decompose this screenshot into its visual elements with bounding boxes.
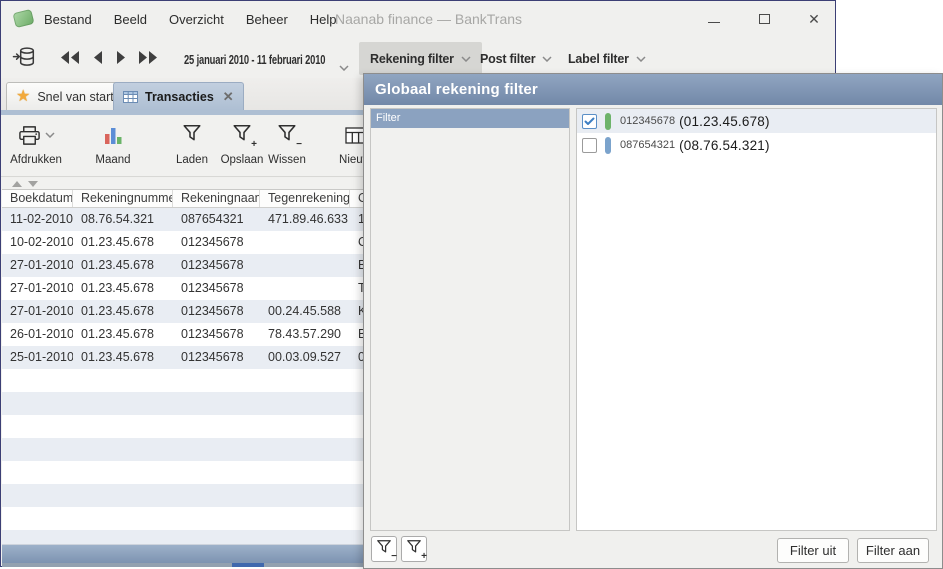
laden-label: Laden bbox=[176, 154, 208, 166]
post-filter-label: Post filter bbox=[480, 52, 535, 66]
minimize-icon bbox=[708, 22, 720, 23]
chevron-down-icon bbox=[45, 132, 55, 138]
minimize-button[interactable] bbox=[707, 12, 721, 26]
post-filter-menu[interactable]: Post filter bbox=[469, 42, 563, 75]
rekening-filter-menu[interactable]: Rekening filter bbox=[359, 42, 482, 75]
tab-label: Snel van start bbox=[37, 90, 113, 104]
account-number: (08.76.54.321) bbox=[679, 138, 770, 153]
nav-toolbar: 25 januari 2010 - 11 februari 2010 Reken… bbox=[1, 37, 835, 78]
maximize-icon bbox=[759, 14, 770, 24]
filter-uit-button[interactable]: Filter uit bbox=[777, 538, 849, 563]
account-list-item[interactable]: 012345678 (01.23.45.678) bbox=[577, 109, 936, 133]
wissen-label: Wissen bbox=[268, 154, 306, 166]
scrollbar-thumb[interactable] bbox=[232, 563, 264, 567]
tab-transacties[interactable]: Transacties ✕ bbox=[113, 82, 244, 110]
bar-chart-icon bbox=[104, 126, 123, 145]
funnel-icon bbox=[182, 124, 202, 142]
maand-label: Maand bbox=[95, 154, 130, 166]
menu-bestand[interactable]: Bestand bbox=[33, 12, 103, 27]
account-list: 012345678 (01.23.45.678) 087654321 (08.7… bbox=[576, 108, 937, 531]
account-list-item[interactable]: 087654321 (08.76.54.321) bbox=[577, 133, 936, 157]
chevron-down-icon[interactable] bbox=[339, 58, 349, 64]
funnel-minus-icon bbox=[376, 539, 392, 554]
wissen-button[interactable]: − Wissen bbox=[261, 123, 313, 166]
menu-beheer[interactable]: Beheer bbox=[235, 12, 299, 27]
import-button[interactable] bbox=[12, 46, 36, 68]
account-color-pill bbox=[605, 137, 611, 154]
close-button[interactable]: ✕ bbox=[807, 12, 821, 26]
dialog-footer: − + Filter uit Filter aan bbox=[364, 531, 942, 568]
opslaan-label: Opslaan bbox=[221, 154, 264, 166]
close-icon: ✕ bbox=[808, 12, 820, 26]
star-icon: ★ bbox=[16, 89, 30, 105]
window-title: Naanab finance — BankTrans bbox=[335, 11, 522, 27]
chevron-down-icon bbox=[636, 56, 646, 62]
step-backward-button[interactable] bbox=[91, 50, 105, 65]
table-icon bbox=[123, 91, 138, 103]
account-name: 012345678 bbox=[620, 115, 675, 127]
fast-backward-button[interactable] bbox=[59, 50, 81, 65]
chevron-down-icon bbox=[542, 56, 552, 62]
check-icon bbox=[584, 117, 595, 126]
funnel-plus-icon bbox=[232, 124, 252, 142]
afdrukken-button[interactable]: Afdrukken bbox=[5, 123, 67, 166]
funnel-minus-icon bbox=[277, 124, 297, 142]
filter-add-button[interactable]: + bbox=[401, 536, 427, 562]
filter-panel: Filter bbox=[370, 108, 570, 531]
maand-button[interactable]: Maand bbox=[85, 123, 141, 166]
window-controls: ✕ bbox=[707, 1, 821, 37]
printer-icon bbox=[18, 125, 41, 146]
account-color-pill bbox=[605, 113, 611, 130]
app-icon bbox=[12, 9, 34, 28]
account-checkbox[interactable] bbox=[582, 138, 597, 153]
laden-button[interactable]: Laden bbox=[166, 123, 218, 166]
step-backward-icon bbox=[91, 50, 105, 65]
menu-overzicht[interactable]: Overzicht bbox=[158, 12, 235, 27]
date-range-selector[interactable]: 25 januari 2010 - 11 februari 2010 bbox=[184, 52, 325, 67]
column-header-tegenrekening[interactable]: Tegenrekening bbox=[260, 190, 350, 207]
tab-label: Transacties bbox=[145, 90, 214, 104]
column-header-rekeningnummer[interactable]: Rekeningnummer bbox=[73, 190, 173, 207]
fast-backward-icon bbox=[59, 50, 81, 65]
column-header-rekeningnaam[interactable]: Rekeningnaam bbox=[173, 190, 260, 207]
dialog-title: Globaal rekening filter bbox=[364, 74, 942, 105]
label-filter-label: Label filter bbox=[568, 52, 629, 66]
collapse-down-icon[interactable] bbox=[28, 181, 38, 187]
account-name: 087654321 bbox=[620, 139, 675, 151]
tab-close-icon[interactable]: ✕ bbox=[223, 90, 234, 103]
menubar: Bestand Beeld Overzicht Beheer Help bbox=[33, 1, 348, 37]
step-forward-button[interactable] bbox=[114, 50, 128, 65]
import-icon bbox=[12, 46, 36, 68]
rekening-filter-dialog: Globaal rekening filter Filter 012345678… bbox=[363, 73, 943, 569]
filter-aan-button[interactable]: Filter aan bbox=[857, 538, 929, 563]
screen: Bestand Beeld Overzicht Beheer Help Naan… bbox=[0, 0, 943, 569]
rekening-filter-label: Rekening filter bbox=[370, 52, 454, 66]
maximize-button[interactable] bbox=[757, 12, 771, 26]
account-checkbox[interactable] bbox=[582, 114, 597, 129]
fast-forward-button[interactable] bbox=[137, 50, 159, 65]
filter-remove-button[interactable]: − bbox=[371, 536, 397, 562]
funnel-plus-icon bbox=[406, 539, 422, 554]
step-forward-icon bbox=[114, 50, 128, 65]
fast-forward-icon bbox=[137, 50, 159, 65]
collapse-up-icon[interactable] bbox=[12, 181, 22, 187]
label-filter-menu[interactable]: Label filter bbox=[557, 42, 657, 75]
menu-beeld[interactable]: Beeld bbox=[103, 12, 158, 27]
filter-panel-header: Filter bbox=[371, 109, 569, 128]
column-header-boekdatum[interactable]: Boekdatum bbox=[2, 190, 73, 207]
afdrukken-label: Afdrukken bbox=[10, 154, 62, 166]
titlebar: Bestand Beeld Overzicht Beheer Help Naan… bbox=[1, 1, 835, 37]
account-number: (01.23.45.678) bbox=[679, 114, 770, 129]
